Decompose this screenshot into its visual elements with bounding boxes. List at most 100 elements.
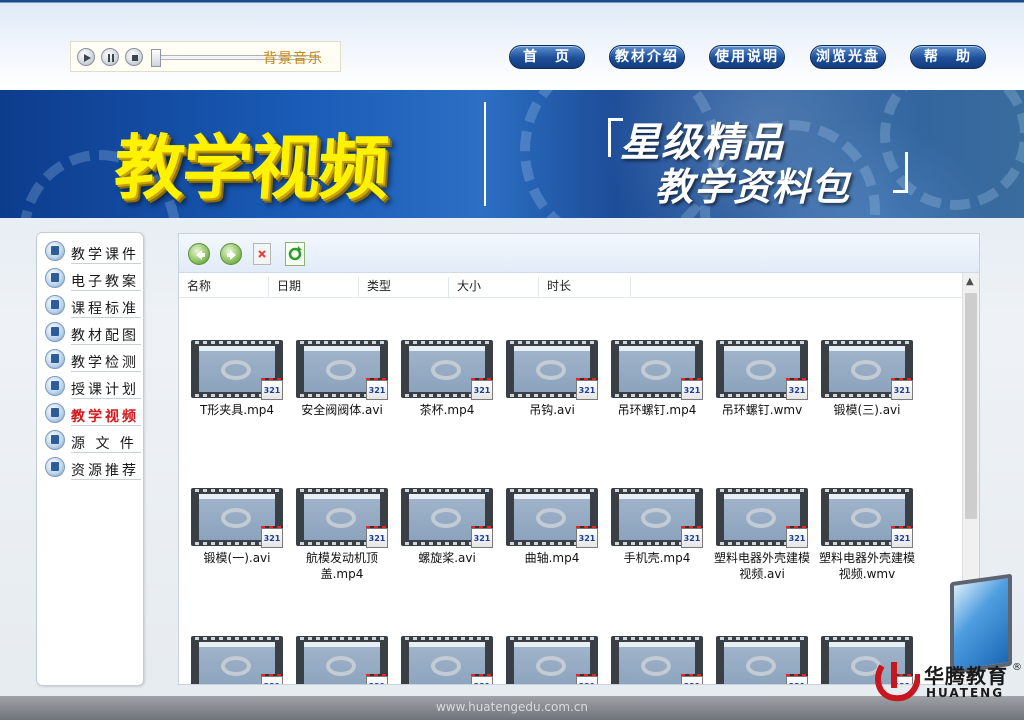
sidebar-item-label: 授课计划 — [71, 382, 139, 398]
file-tile[interactable]: 321 锻模(三).avi — [815, 340, 915, 450]
file-name: 锻模(一).avi — [203, 551, 271, 565]
file-name: 安全阀阀体.avi — [301, 403, 383, 417]
footer-url: www.huatengedu.com.cn — [435, 700, 589, 714]
sidebar-item-source-files[interactable]: 源 文 件 — [45, 430, 141, 454]
file-tile[interactable]: 321 茶杯.mp4 — [395, 340, 495, 450]
file-name: T形夹具.mp4 — [199, 403, 275, 417]
gear-icon — [45, 430, 65, 450]
file-tile[interactable]: 321 — [395, 636, 495, 684]
column-header-name[interactable]: 名称 — [179, 277, 269, 297]
file-tile[interactable]: 321 塑料电器外壳建模视频.wmv — [815, 488, 915, 598]
column-header-size[interactable]: 大小 — [449, 277, 539, 297]
media-player-badge-icon: 321 — [576, 380, 598, 400]
column-header-type[interactable]: 类型 — [359, 277, 449, 297]
file-name: 螺旋桨.avi — [418, 551, 476, 565]
sidebar: 教学课件 电子教案 课程标准 教材配图 教学检测 授课计划 教学视频 源 文 件 — [36, 232, 144, 686]
scroll-up-arrow-icon[interactable]: ▲ — [966, 276, 974, 287]
media-player-badge-icon: 321 — [786, 380, 808, 400]
slogan-bracket-right — [893, 152, 908, 193]
slogan-line-2: 教学资料包 — [655, 164, 851, 209]
file-tile[interactable]: 321 — [710, 636, 810, 684]
sidebar-item-recommended-resources[interactable]: 资源推荐 — [45, 457, 141, 481]
file-tile[interactable]: 321 T形夹具.mp4 — [185, 340, 285, 450]
sidebar-item-teaching-video[interactable]: 教学视频 — [45, 403, 141, 427]
media-player-badge-icon: 321 — [891, 528, 913, 548]
file-name: 吊环螺钉.wmv — [721, 403, 803, 417]
file-name: 吊钩.avi — [529, 403, 575, 417]
nav-textbook-intro-button[interactable]: 教材介绍 — [609, 45, 685, 69]
media-player-badge-icon: 321 — [471, 528, 493, 548]
file-name: 航模发动机顶盖.mp4 — [305, 551, 378, 581]
media-player-badge-icon: 321 — [366, 528, 388, 548]
refresh-button[interactable] — [285, 242, 305, 266]
sidebar-item-curriculum-standard[interactable]: 课程标准 — [45, 295, 141, 319]
stop-icon[interactable] — [125, 48, 143, 66]
file-tile[interactable]: 321 吊环螺钉.wmv — [710, 340, 810, 450]
column-headers: 名称 日期 类型 大小 时长 — [179, 273, 963, 298]
file-tile[interactable]: 321 — [185, 636, 285, 684]
nav-browse-disc-button[interactable]: 浏览光盘 — [810, 45, 886, 69]
file-name: 吊环螺钉.mp4 — [617, 403, 697, 417]
sidebar-item-label: 电子教案 — [71, 274, 139, 290]
file-name: 锻模(三).avi — [833, 403, 901, 417]
file-tile[interactable]: 321 — [290, 636, 390, 684]
arrow-left-icon — [196, 250, 205, 260]
back-button[interactable] — [188, 243, 210, 265]
media-player-badge-icon: 321 — [261, 380, 283, 400]
file-tile[interactable]: 321 安全阀阀体.avi — [290, 340, 390, 450]
sidebar-item-courseware[interactable]: 教学课件 — [45, 241, 141, 265]
media-player-badge-icon: 321 — [786, 676, 808, 684]
courseware-icon — [45, 241, 65, 261]
arrow-right-icon — [227, 250, 236, 260]
file-tile[interactable]: 321 手机壳.mp4 — [605, 488, 705, 598]
file-tile[interactable]: 321 吊环螺钉.mp4 — [605, 340, 705, 450]
column-header-duration[interactable]: 时长 — [539, 277, 631, 297]
registered-mark: ® — [1012, 662, 1022, 673]
huateng-logo-icon — [875, 662, 920, 702]
video-icon — [45, 403, 65, 423]
file-tile[interactable]: 321 曲轴.mp4 — [500, 488, 600, 598]
nav-home-button[interactable]: 首 页 — [509, 45, 585, 69]
media-player-badge-icon: 321 — [471, 676, 493, 684]
sidebar-item-textbook-figures[interactable]: 教材配图 — [45, 322, 141, 346]
sidebar-item-label: 教材配图 — [71, 328, 139, 344]
pause-icon[interactable] — [101, 48, 119, 66]
volume-slider-thumb[interactable] — [151, 49, 161, 67]
figures-icon — [45, 322, 65, 342]
file-tile[interactable]: 321 塑料电器外壳建模视频.avi — [710, 488, 810, 598]
nav-help-button[interactable]: 帮 助 — [910, 45, 986, 69]
file-name: 曲轴.mp4 — [524, 551, 580, 565]
media-player-badge-icon: 321 — [471, 380, 493, 400]
media-player-badge-icon: 321 — [261, 676, 283, 684]
media-player-badge-icon: 321 — [576, 528, 598, 548]
file-tile[interactable]: 321 航模发动机顶盖.mp4 — [290, 488, 390, 598]
banner-divider — [484, 102, 486, 206]
assessment-icon — [45, 349, 65, 369]
media-player-badge-icon: 321 — [681, 528, 703, 548]
forward-button[interactable] — [220, 243, 242, 265]
scroll-thumb[interactable] — [965, 293, 977, 519]
sidebar-item-lesson-plan[interactable]: 电子教案 — [45, 268, 141, 292]
nav-instructions-button[interactable]: 使用说明 — [709, 45, 785, 69]
logo-english-text: HUATENG — [926, 686, 1005, 700]
refresh-icon — [288, 246, 302, 261]
curriculum-icon — [45, 295, 65, 315]
logo-chinese-text: 华腾教育 — [924, 664, 1008, 688]
file-tile[interactable]: 321 — [500, 636, 600, 684]
media-player-badge-icon: 321 — [576, 676, 598, 684]
column-header-date[interactable]: 日期 — [269, 277, 359, 297]
file-tile[interactable]: 321 锻模(一).avi — [185, 488, 285, 598]
sidebar-item-assessment[interactable]: 教学检测 — [45, 349, 141, 373]
sidebar-item-label: 教学视频 — [71, 409, 139, 425]
file-tile[interactable]: 321 — [605, 636, 705, 684]
play-icon[interactable] — [77, 48, 95, 66]
sidebar-item-label: 教学检测 — [71, 355, 139, 371]
file-browser: 名称 日期 类型 大小 时长 321 T形夹具.mp4 321 安全阀阀体.avi 32… — [178, 233, 980, 685]
file-tile[interactable]: 321 螺旋桨.avi — [395, 488, 495, 598]
file-tile[interactable]: 321 吊钩.avi — [500, 340, 600, 450]
file-name: 手机壳.mp4 — [623, 551, 691, 565]
banner: 教学视频 星级精品 教学资料包 — [0, 90, 1024, 218]
sidebar-item-teaching-schedule[interactable]: 授课计划 — [45, 376, 141, 400]
stop-button[interactable] — [253, 243, 271, 265]
huateng-logo: 华腾教育 HUATENG ® — [874, 658, 1024, 704]
